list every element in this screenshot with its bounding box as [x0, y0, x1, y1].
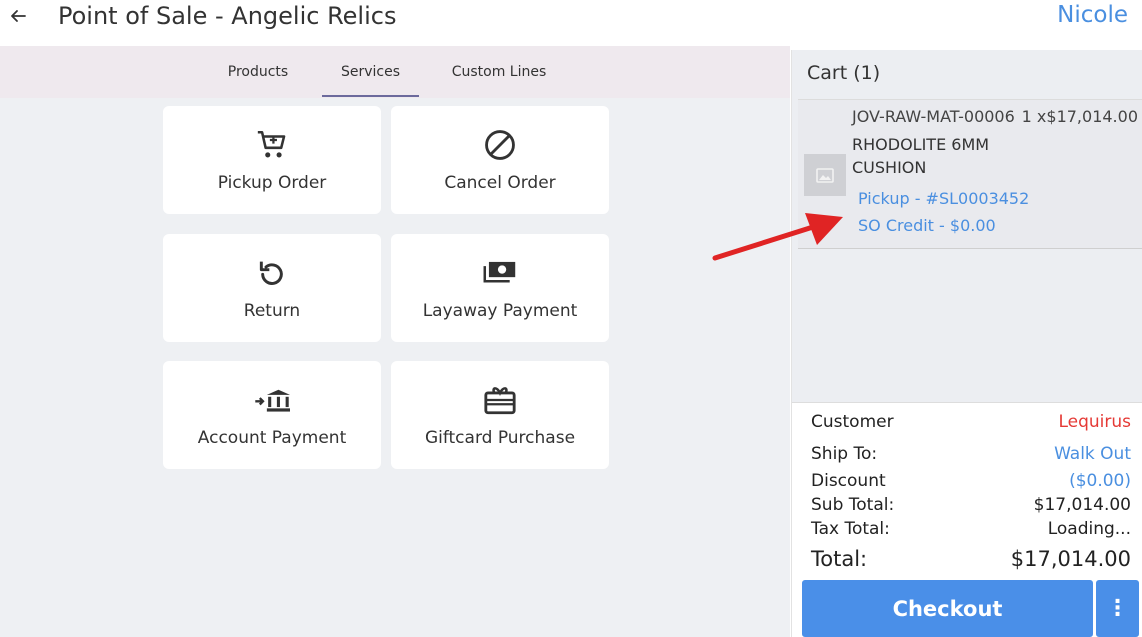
discount-value-link[interactable]: ($0.00) — [1069, 471, 1131, 491]
tile-label: Return — [243, 301, 301, 321]
bank-icon — [255, 389, 290, 412]
page-title: Point of Sale - Angelic Relics — [58, 2, 397, 30]
return-tile[interactable]: Return — [163, 234, 381, 342]
cart-summary: Customer Lequirus Ship To: Walk Out Disc… — [792, 402, 1142, 637]
arrow-left-icon — [11, 10, 26, 22]
pickup-link[interactable]: Pickup - #SL0003452 — [858, 189, 1029, 208]
services-panel: Products Services Custom Lines Pickup Or… — [0, 46, 790, 637]
tile-label: Cancel Order — [444, 173, 556, 193]
product-thumbnail — [804, 154, 846, 196]
customer-row: Customer Lequirus — [811, 412, 1131, 432]
undo-icon — [259, 261, 283, 285]
total-value: $17,014.00 — [1010, 547, 1131, 571]
pickup-order-tile[interactable]: Pickup Order — [163, 106, 381, 214]
account-payment-tile[interactable]: Account Payment — [163, 361, 381, 469]
cart-icon — [257, 130, 286, 158]
item-sku: JOV-RAW-MAT-00006 — [852, 107, 1015, 126]
tile-label: Pickup Order — [217, 173, 327, 193]
tile-label: Giftcard Purchase — [424, 428, 576, 448]
tile-label: Layaway Payment — [422, 301, 578, 321]
back-button[interactable] — [6, 4, 30, 28]
item-quantity-price: 1 x$17,014.00 — [1021, 107, 1138, 126]
ship-to-label: Ship To: — [811, 444, 878, 464]
customer-value-link[interactable]: Lequirus — [1058, 412, 1131, 432]
tile-label: Account Payment — [197, 428, 347, 448]
cart-title: Cart (1) — [807, 62, 881, 84]
ship-to-row: Ship To: Walk Out — [811, 444, 1131, 464]
subtotal-row: Sub Total: $17,014.00 — [811, 495, 1131, 515]
subtotal-value: $17,014.00 — [1033, 495, 1131, 515]
customer-label: Customer — [811, 412, 894, 432]
user-name-link[interactable]: Nicole — [1057, 2, 1128, 28]
giftcard-purchase-tile[interactable]: Giftcard Purchase — [391, 361, 609, 469]
tab-services[interactable]: Services — [322, 46, 419, 98]
so-credit-link[interactable]: SO Credit - $0.00 — [858, 216, 996, 235]
cancel-order-tile[interactable]: Cancel Order — [391, 106, 609, 214]
total-label: Total: — [811, 547, 868, 571]
tax-total-label: Tax Total: — [811, 519, 890, 539]
checkout-button[interactable]: Checkout — [802, 580, 1093, 637]
tab-bar: Products Services Custom Lines — [0, 46, 790, 98]
gift-card-icon — [484, 387, 516, 415]
tax-total-row: Tax Total: Loading... — [811, 519, 1131, 539]
subtotal-label: Sub Total: — [811, 495, 895, 515]
more-options-button[interactable]: ⋮ — [1096, 580, 1139, 637]
item-description: RHODOLITE 6MM CUSHION — [852, 135, 990, 177]
tax-total-value: Loading... — [1047, 519, 1131, 539]
annotation-arrow-icon — [712, 213, 843, 261]
layaway-payment-tile[interactable]: Layaway Payment — [391, 234, 609, 342]
total-row: Total: $17,014.00 — [811, 547, 1131, 571]
app-header: Point of Sale - Angelic Relics Nicole — [0, 0, 1142, 46]
discount-label: Discount — [811, 471, 886, 491]
cash-icon — [483, 261, 516, 283]
discount-row: Discount ($0.00) — [811, 471, 1131, 491]
tab-products[interactable]: Products — [212, 46, 304, 98]
cancel-icon — [485, 130, 515, 160]
tab-custom-lines[interactable]: Custom Lines — [440, 46, 558, 98]
ship-to-value-link[interactable]: Walk Out — [1054, 444, 1131, 464]
image-placeholder-icon — [816, 168, 834, 183]
cart-panel: Cart (1) JOV-RAW-MAT-00006 1 x$17,014.00… — [791, 50, 1142, 637]
